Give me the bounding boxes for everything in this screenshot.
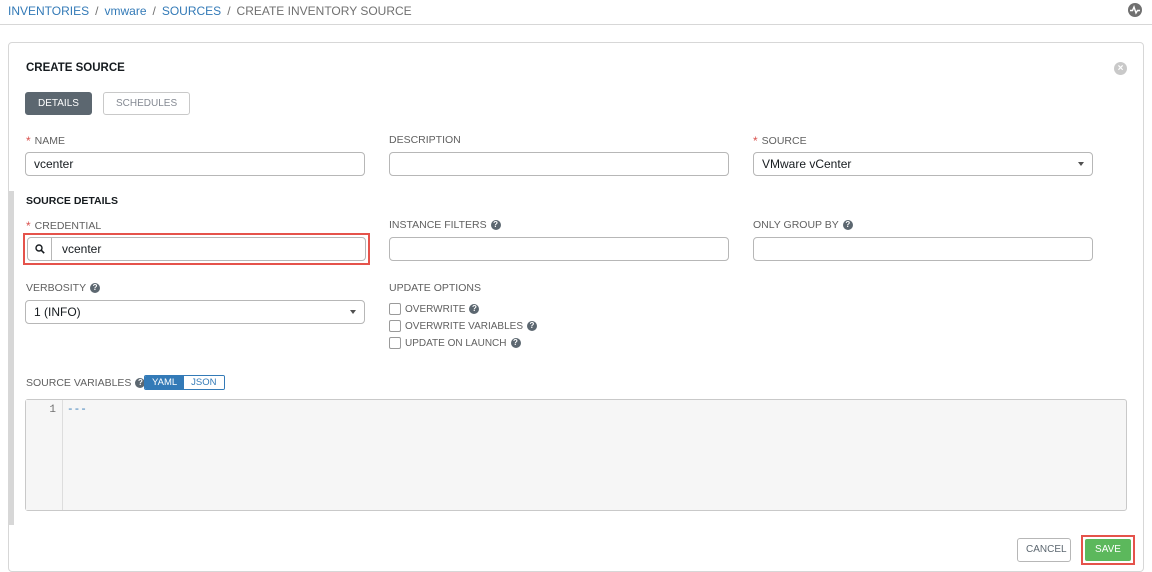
update-on-launch-checkbox[interactable]	[389, 337, 401, 349]
header-divider	[0, 24, 1152, 25]
cancel-button[interactable]: CANCEL	[1017, 538, 1071, 562]
panel-title: CREATE SOURCE	[26, 62, 125, 74]
chevron-down-icon	[350, 310, 356, 314]
only-group-by-input[interactable]	[753, 237, 1093, 261]
instance-filters-label: INSTANCE FILTERS?	[389, 219, 501, 231]
name-label: * NAME	[26, 134, 66, 148]
help-icon[interactable]: ?	[90, 283, 101, 293]
verbosity-label: VERBOSITY?	[26, 282, 101, 294]
overwrite-checkbox[interactable]	[389, 303, 401, 315]
source-details-heading: SOURCE DETAILS	[26, 195, 118, 207]
create-source-panel: CREATE SOURCE × DETAILS SCHEDULES * NAME …	[8, 42, 1144, 572]
format-toggle: YAML JSON	[144, 375, 225, 390]
section-indicator	[9, 191, 14, 525]
help-icon[interactable]: ?	[469, 304, 480, 314]
source-label: * SOURCE	[753, 134, 807, 148]
required-marker: *	[26, 219, 31, 233]
save-button[interactable]: SAVE	[1085, 539, 1131, 561]
credential-highlight: vcenter	[23, 233, 370, 265]
breadcrumb-separator: /	[227, 4, 231, 18]
verbosity-select[interactable]: 1 (INFO)	[25, 300, 365, 324]
breadcrumb-current: CREATE INVENTORY SOURCE	[236, 4, 412, 18]
source-select[interactable]: VMware vCenter	[753, 152, 1093, 176]
breadcrumb-vmware[interactable]: vmware	[104, 4, 146, 18]
update-on-launch-option[interactable]: UPDATE ON LAUNCH ?	[389, 337, 521, 349]
breadcrumb-inventories[interactable]: INVENTORIES	[8, 4, 89, 18]
chevron-down-icon	[1078, 162, 1084, 166]
close-icon[interactable]: ×	[1114, 62, 1127, 75]
description-input[interactable]	[389, 152, 729, 176]
credential-lookup[interactable]: vcenter	[27, 237, 366, 261]
save-highlight: SAVE	[1081, 535, 1135, 565]
help-icon[interactable]: ?	[510, 338, 521, 348]
search-icon[interactable]	[28, 238, 52, 260]
help-icon[interactable]: ?	[490, 220, 501, 230]
tab-schedules[interactable]: SCHEDULES	[103, 92, 191, 115]
source-select-value: VMware vCenter	[762, 157, 852, 171]
only-group-by-label: ONLY GROUP BY?	[753, 219, 853, 231]
line-number: 1	[26, 400, 63, 510]
description-label: DESCRIPTION	[389, 134, 461, 146]
overwrite-option[interactable]: OVERWRITE ?	[389, 303, 480, 315]
help-icon[interactable]: ?	[842, 220, 853, 230]
breadcrumb-separator: /	[152, 4, 156, 18]
source-variables-label: SOURCE VARIABLES?	[26, 377, 146, 389]
tab-details[interactable]: DETAILS	[25, 92, 92, 115]
yaml-toggle[interactable]: YAML	[145, 376, 185, 389]
overwrite-variables-checkbox[interactable]	[389, 320, 401, 332]
breadcrumb: INVENTORIES / vmware / SOURCES / CREATE …	[8, 3, 412, 19]
source-variables-editor[interactable]: 1 ---	[25, 399, 1127, 511]
breadcrumb-sources[interactable]: SOURCES	[162, 4, 221, 18]
verbosity-select-value: 1 (INFO)	[34, 305, 81, 319]
overwrite-variables-option[interactable]: OVERWRITE VARIABLES ?	[389, 320, 537, 332]
required-marker: *	[753, 134, 758, 148]
json-toggle[interactable]: JSON	[184, 376, 224, 389]
code-content[interactable]: ---	[63, 400, 1126, 510]
help-icon[interactable]: ?	[527, 321, 537, 331]
activity-stream-icon[interactable]	[1128, 3, 1142, 17]
required-marker: *	[26, 134, 31, 148]
name-input[interactable]: vcenter	[25, 152, 365, 176]
credential-value: vcenter	[62, 242, 102, 256]
update-options-label: UPDATE OPTIONS	[389, 282, 481, 294]
breadcrumb-separator: /	[95, 4, 99, 18]
instance-filters-input[interactable]	[389, 237, 729, 261]
credential-label: * CREDENTIAL	[26, 219, 102, 233]
